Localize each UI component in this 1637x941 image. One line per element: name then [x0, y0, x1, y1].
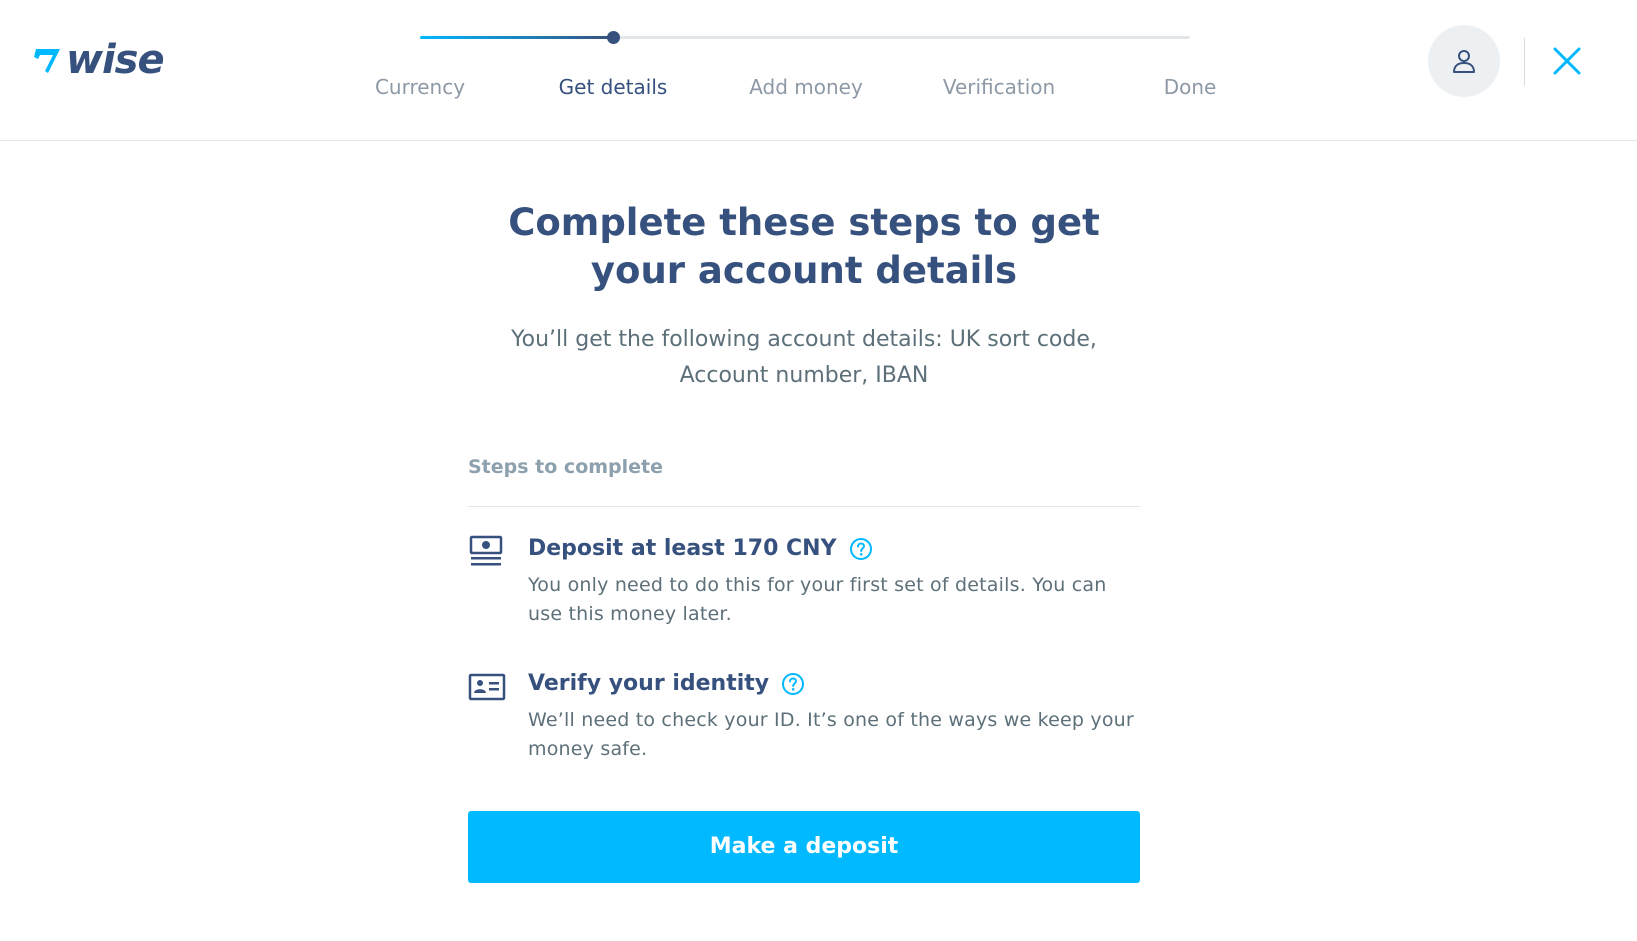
step-item-deposit: Deposit at least 170 CNY You only need t… [468, 533, 1140, 629]
step-title-verify: Verify your identity [528, 668, 1140, 700]
progress-track [420, 31, 1190, 44]
header-divider [1524, 38, 1525, 86]
step-verification: Verification [942, 75, 1056, 99]
wise-flag-icon [34, 49, 60, 73]
step-title-verify-text: Verify your identity [528, 671, 770, 696]
step-item-verify: Verify your identity We’ll need to check… [468, 668, 1140, 764]
user-icon [1453, 50, 1475, 73]
main-content: Complete these steps to get your account… [468, 141, 1140, 883]
id-card-icon [468, 673, 506, 701]
top-header: wise Currency Get details Add money Veri… [0, 0, 1637, 141]
page-subtitle: You’ll get the following account details… [511, 327, 1097, 388]
step-currency: Currency [374, 75, 466, 99]
make-deposit-button[interactable]: Make a deposit [468, 811, 1140, 883]
logo-wordmark: wise [66, 37, 165, 83]
step-done: Done [1163, 75, 1217, 99]
step-title-deposit-text: Deposit at least 170 CNY [528, 536, 837, 561]
wise-logo[interactable]: wise [34, 37, 165, 83]
profile-button[interactable] [1428, 25, 1500, 97]
progress-current-dot [607, 31, 620, 44]
section-divider [468, 506, 1140, 507]
help-icon[interactable] [849, 537, 873, 561]
page-title: Complete these steps to get your account… [508, 201, 1100, 292]
close-icon [1553, 47, 1581, 75]
step-desc-verify: We’ll need to check your ID. It’s one of… [528, 709, 1134, 760]
step-get-details: Get details [558, 75, 668, 99]
progress-fill [420, 36, 613, 39]
help-icon[interactable] [781, 672, 805, 696]
progress-stepper: Currency Get details Add money Verificat… [340, 20, 1260, 110]
cash-stack-icon [469, 535, 503, 566]
step-add-money: Add money [749, 75, 863, 99]
steps-heading: Steps to complete [468, 456, 664, 478]
close-button[interactable] [1546, 40, 1588, 82]
step-desc-deposit: You only need to do this for your first … [528, 574, 1107, 625]
step-title-deposit: Deposit at least 170 CNY [528, 533, 1140, 565]
